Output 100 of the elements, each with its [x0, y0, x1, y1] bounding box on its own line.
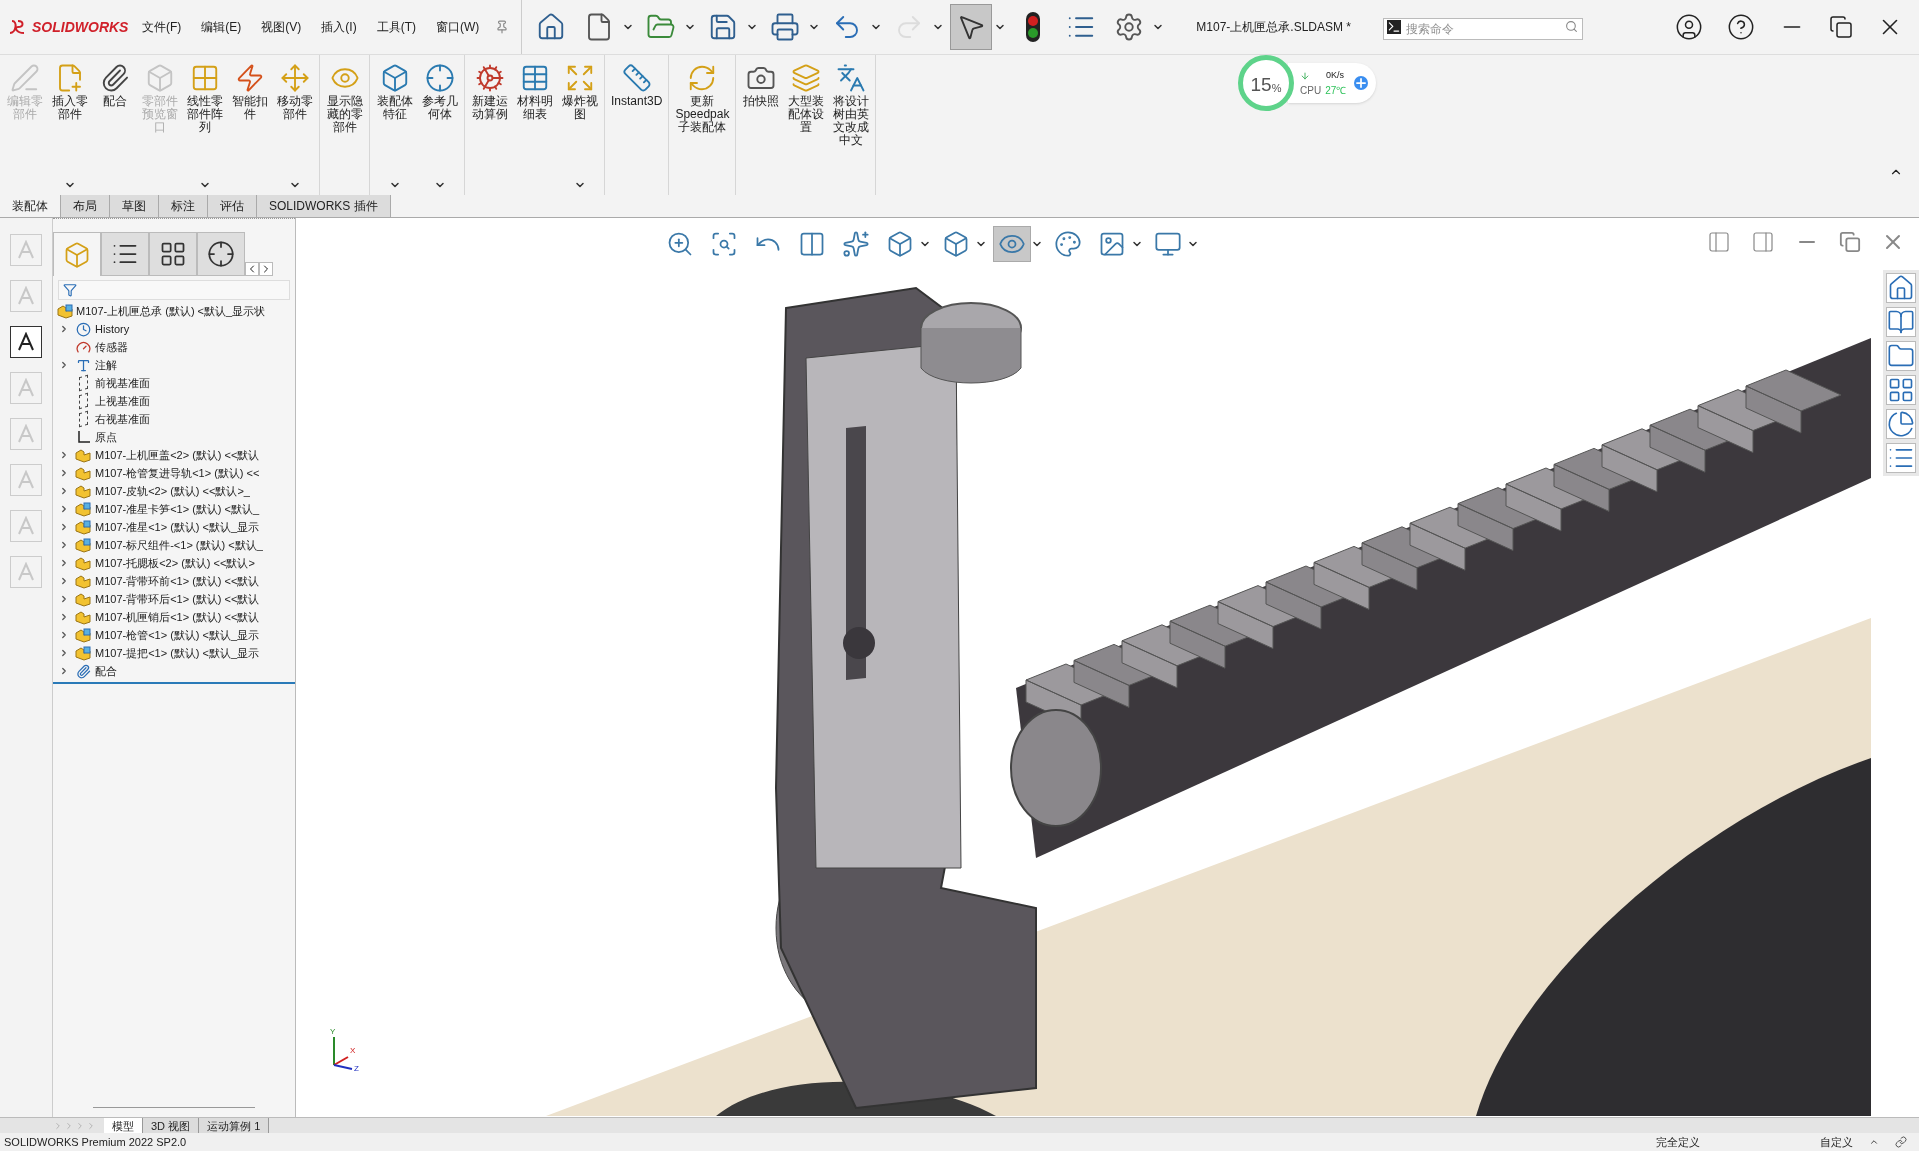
- cpu-label: CPU: [1300, 84, 1322, 98]
- ribbon-tab[interactable]: 草图: [110, 195, 159, 217]
- ribbon-button[interactable]: 移动零部件: [274, 63, 315, 121]
- document-title: M107-上机匣总承.SLDASM *: [1196, 19, 1351, 36]
- tree-item[interactable]: M107-准星卡笋<1> (默认) <默认_: [95, 500, 260, 518]
- tree-item[interactable]: 右视基准面: [95, 410, 150, 428]
- view-tab[interactable]: 运动算例 1: [199, 1118, 270, 1133]
- tree-item[interactable]: M107-标尺组件-<1> (默认) <默认_: [95, 536, 263, 554]
- ribbon-button[interactable]: 配合: [94, 63, 135, 108]
- ribbon-button[interactable]: 更新Speedpak子装配体: [673, 63, 732, 134]
- tree-item[interactable]: M107-背带环后<1> (默认) <<默认: [95, 590, 260, 608]
- restore-icon[interactable]: [1829, 15, 1853, 39]
- tree-item[interactable]: M107-机匣销后<1> (默认) <<默认: [95, 608, 260, 626]
- tile-right-icon[interactable]: [1751, 230, 1775, 254]
- caret-icon[interactable]: [1869, 1137, 1879, 1147]
- ribbon-button[interactable]: 智能扣件: [229, 63, 270, 121]
- ribbon-tab[interactable]: 评估: [208, 195, 257, 217]
- section-view-icon: [798, 230, 826, 258]
- tree-item[interactable]: M107-上机匣盖<2> (默认) <<默认: [95, 446, 260, 464]
- user-icon[interactable]: [1675, 13, 1703, 41]
- panel-tab[interactable]: [149, 232, 197, 276]
- home-icon[interactable]: [1886, 273, 1916, 303]
- tree-item[interactable]: 配合: [95, 662, 117, 680]
- view-orientation-icon: [886, 230, 914, 258]
- tree-item[interactable]: M107-准星<1> (默认) <默认_显示: [95, 518, 260, 536]
- feature-manager-icon: [63, 240, 91, 269]
- expand-icon[interactable]: [1354, 76, 1369, 90]
- tree-item[interactable]: M107-托腮板<2> (默认) <<默认>: [95, 554, 255, 572]
- scroll-right-icon[interactable]: [259, 262, 273, 276]
- appearance-icon: [1054, 230, 1082, 258]
- ribbon-button[interactable]: 插入零部件: [49, 63, 90, 121]
- part-icon: [75, 573, 91, 589]
- tree-item[interactable]: 原点: [95, 428, 117, 446]
- display-style-icon: [942, 230, 970, 258]
- ribbon-button[interactable]: 材料明细表: [514, 63, 555, 121]
- ribbon-button[interactable]: 新建运动算例: [469, 63, 510, 121]
- panel-tab[interactable]: [101, 232, 149, 276]
- tree-item[interactable]: M107-枪管<1> (默认) <默认_显示: [95, 626, 260, 644]
- ribbon-tab[interactable]: SOLIDWORKS 插件: [257, 195, 391, 217]
- panel-tab[interactable]: [197, 232, 245, 276]
- large-assembly-icon: [790, 63, 821, 93]
- move-part-icon: [279, 63, 310, 93]
- ribbon-button[interactable]: 显示隐藏的零部件: [324, 63, 365, 134]
- menu-item[interactable]: 窗口(W): [432, 18, 484, 36]
- filter-field[interactable]: [58, 280, 290, 300]
- units-text[interactable]: 自定义: [1820, 1133, 1853, 1151]
- menu-item[interactable]: 工具(T): [372, 18, 420, 36]
- traffic-light-icon: [1025, 11, 1042, 43]
- menu-item[interactable]: 插入(I): [317, 18, 361, 36]
- network-speed: 0K/s: [1326, 69, 1344, 82]
- tree-item[interactable]: 传感器: [95, 338, 128, 356]
- view-tab[interactable]: 3D 视图: [143, 1118, 200, 1133]
- sensor-folder-icon: [75, 339, 91, 355]
- plane-icon: [78, 392, 88, 410]
- ribbon-tab[interactable]: 布局: [61, 195, 110, 217]
- tree-item[interactable]: History: [95, 320, 130, 338]
- plane-icon: [78, 410, 88, 428]
- percent-unit: %: [1271, 83, 1282, 94]
- part-icon: [75, 555, 91, 571]
- ribbon-button[interactable]: 大型装配体设置: [785, 63, 827, 134]
- ribbon-button[interactable]: 参考几何体: [419, 63, 460, 121]
- menu-item[interactable]: 视图(V): [257, 18, 306, 36]
- part-icon: [75, 609, 91, 625]
- ribbon-tab[interactable]: 标注: [159, 195, 208, 217]
- assembly-icon: [75, 519, 91, 535]
- library-icon[interactable]: [1886, 307, 1916, 337]
- pin-icon[interactable]: [495, 20, 510, 34]
- pointer-button[interactable]: [950, 4, 993, 50]
- ribbon-button[interactable]: 线性零部件阵列: [184, 63, 225, 134]
- menu-item[interactable]: 编辑(E): [197, 18, 246, 36]
- tree-item[interactable]: 前视基准面: [95, 374, 150, 392]
- ribbon-button[interactable]: 拍快照: [740, 63, 782, 108]
- zoom-area-icon: [710, 230, 738, 258]
- tree-item[interactable]: M107-提把<1> (默认) <默认_显示: [95, 644, 260, 662]
- annotation-view-icon: [842, 230, 870, 258]
- annotation-folder-icon: [75, 357, 91, 373]
- display-icon: [1154, 230, 1182, 258]
- ribbon-button[interactable]: Instant3D: [609, 63, 665, 108]
- download-arrow-icon: [1300, 70, 1310, 81]
- tree-item[interactable]: M107-背带环前<1> (默认) <<默认: [95, 572, 260, 590]
- part-icon: [75, 591, 91, 607]
- part-icon: [75, 483, 91, 499]
- scroll-left-icon[interactable]: [245, 262, 259, 276]
- menu-item[interactable]: 文件(F): [138, 18, 186, 36]
- folder-icon[interactable]: [1886, 341, 1916, 371]
- search-field[interactable]: 搜索命令: [1383, 18, 1583, 40]
- tree-item[interactable]: 注解: [95, 356, 117, 374]
- status-icon[interactable]: [1895, 1136, 1907, 1148]
- ribbon-button[interactable]: 装配体特征: [374, 63, 415, 121]
- tree-item[interactable]: M107-皮轨<2> (默认) <<默认>_: [95, 482, 250, 500]
- tile-left-icon[interactable]: [1707, 230, 1731, 254]
- ribbon-button[interactable]: 爆炸视图: [559, 63, 600, 121]
- help-icon[interactable]: [1727, 13, 1755, 41]
- ribbon-button[interactable]: 将设计树由英文改成中文: [830, 63, 872, 147]
- view-tab[interactable]: 模型: [104, 1118, 143, 1133]
- tree-item[interactable]: 上视基准面: [95, 392, 150, 410]
- list-icon[interactable]: [1886, 443, 1916, 473]
- print-icon: [770, 12, 801, 42]
- tree-item[interactable]: M107-枪管复进导轨<1> (默认) <<: [95, 464, 260, 482]
- tree-item[interactable]: M107-上机匣总承 (默认) <默认_显示状: [57, 302, 295, 320]
